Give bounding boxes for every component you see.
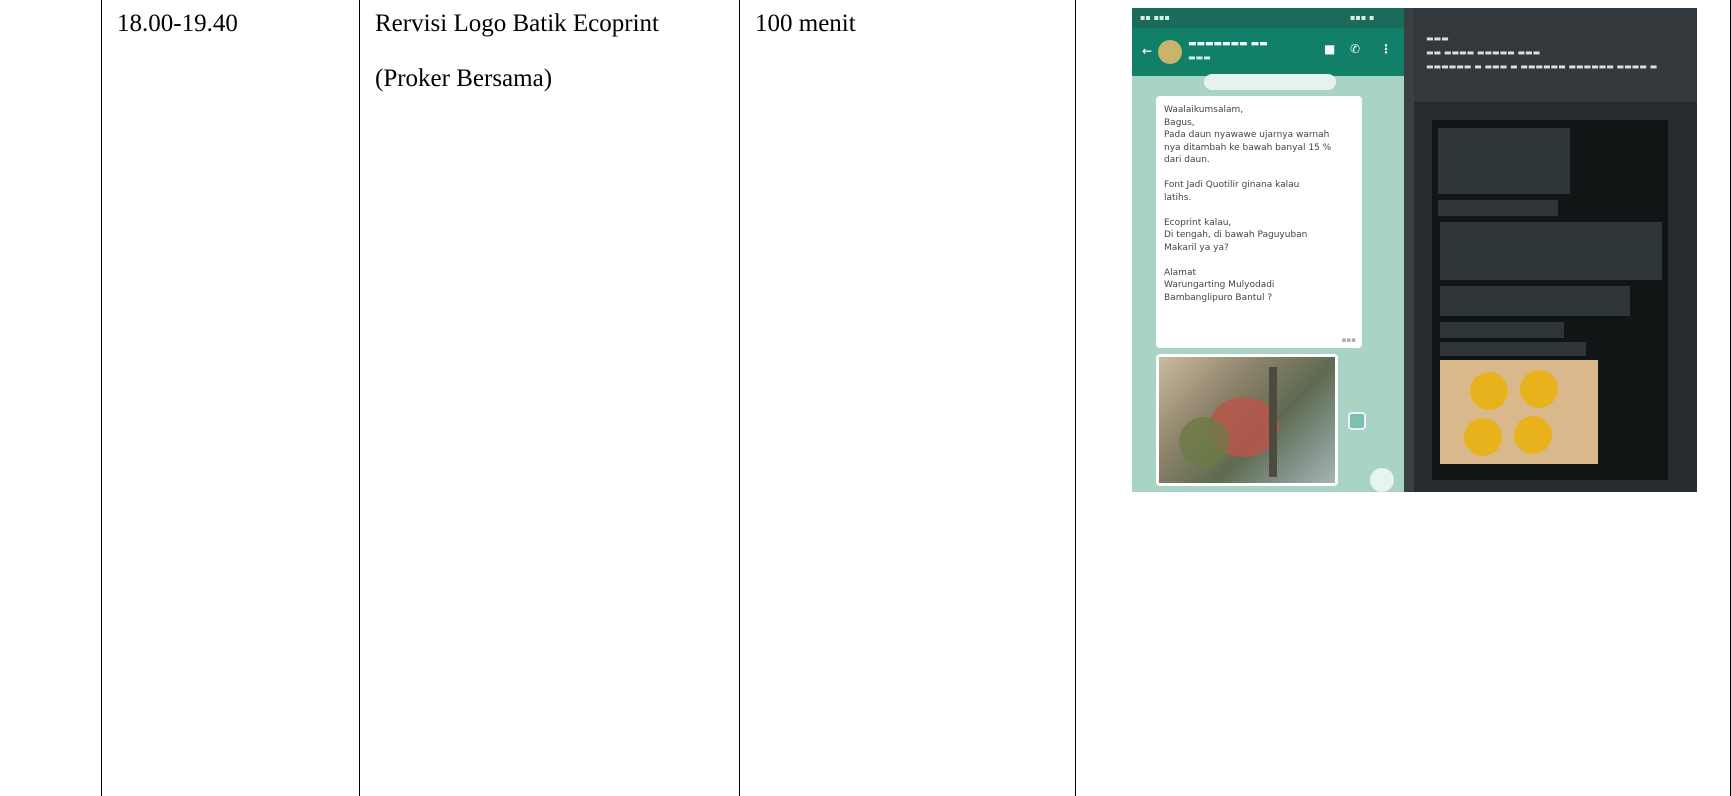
table-border-col4 (1075, 0, 1076, 796)
duration-cell: 100 menit (755, 10, 856, 37)
desk-header-line2: ▬▬ ▬▬▬▬ ▬▬▬▬▬ ▬▬▬ (1426, 48, 1541, 57)
more-menu-icon: ⋮ (1380, 42, 1392, 56)
desktop-message-panel (1432, 120, 1668, 480)
table-border-col2 (359, 0, 360, 796)
phone-call-icon: ✆ (1350, 42, 1361, 56)
message-time-placeholder: ▪▪▪ (1341, 336, 1356, 344)
desktop-chat-photo (1440, 360, 1598, 464)
chat-bubble: Waalaikumsalam, Bagus, Pada daun nyawawe… (1156, 96, 1362, 348)
documentation-screenshot: ▪▪ ▪▪▪ ▪▪▪ ▪ ← ▬▬▬▬▬▬▬ ▬▬ ▬▬▬ ■ ✆ ⋮ Waala… (1132, 8, 1697, 492)
chat-header: ← ▬▬▬▬▬▬▬ ▬▬ ▬▬▬ ■ ✆ ⋮ (1132, 28, 1404, 76)
chat-subtitle-placeholder: ▬▬▬ (1188, 53, 1211, 62)
activity-cell-line1: Rervisi Logo Batik Ecoprint (375, 10, 659, 37)
scroll-down-button (1370, 468, 1394, 492)
desk-header-line1: ▬▬▬ (1426, 34, 1449, 43)
video-call-icon: ■ (1324, 42, 1336, 56)
table-border-col3 (739, 0, 740, 796)
desktop-chat-header: ▬▬▬ ▬▬ ▬▬▬▬ ▬▬▬▬▬ ▬▬▬ ▬▬▬▬▬▬ ▬ ▬▬▬ ▬ ▬▬▬… (1414, 8, 1697, 102)
desktop-chat-screen: ▬▬▬ ▬▬ ▬▬▬▬ ▬▬▬▬▬ ▬▬▬ ▬▬▬▬▬▬ ▬ ▬▬▬ ▬ ▬▬▬… (1414, 8, 1697, 492)
back-arrow-icon: ← (1142, 44, 1153, 58)
date-pill (1204, 74, 1336, 90)
time-cell: 18.00-19.40 (117, 10, 238, 37)
phone-status-bar: ▪▪ ▪▪▪ ▪▪▪ ▪ (1132, 8, 1404, 28)
chat-title-placeholder: ▬▬▬▬▬▬▬ ▬▬ (1188, 39, 1268, 49)
table-border-left (101, 0, 102, 796)
activity-cell-line2: (Proker Bersama) (375, 65, 553, 92)
share-icon (1348, 412, 1366, 430)
chat-photo (1156, 354, 1338, 486)
whatsapp-phone-screen: ▪▪ ▪▪▪ ▪▪▪ ▪ ← ▬▬▬▬▬▬▬ ▬▬ ▬▬▬ ■ ✆ ⋮ Waala… (1132, 8, 1404, 492)
group-avatar (1158, 40, 1182, 64)
desk-header-line3: ▬▬▬▬▬▬ ▬ ▬▬▬ ▬ ▬▬▬▬▬▬ ▬▬▬▬▬▬ ▬▬▬▬ ▬ (1426, 62, 1658, 71)
chat-message-text: Waalaikumsalam, Bagus, Pada daun nyawawe… (1164, 105, 1332, 303)
